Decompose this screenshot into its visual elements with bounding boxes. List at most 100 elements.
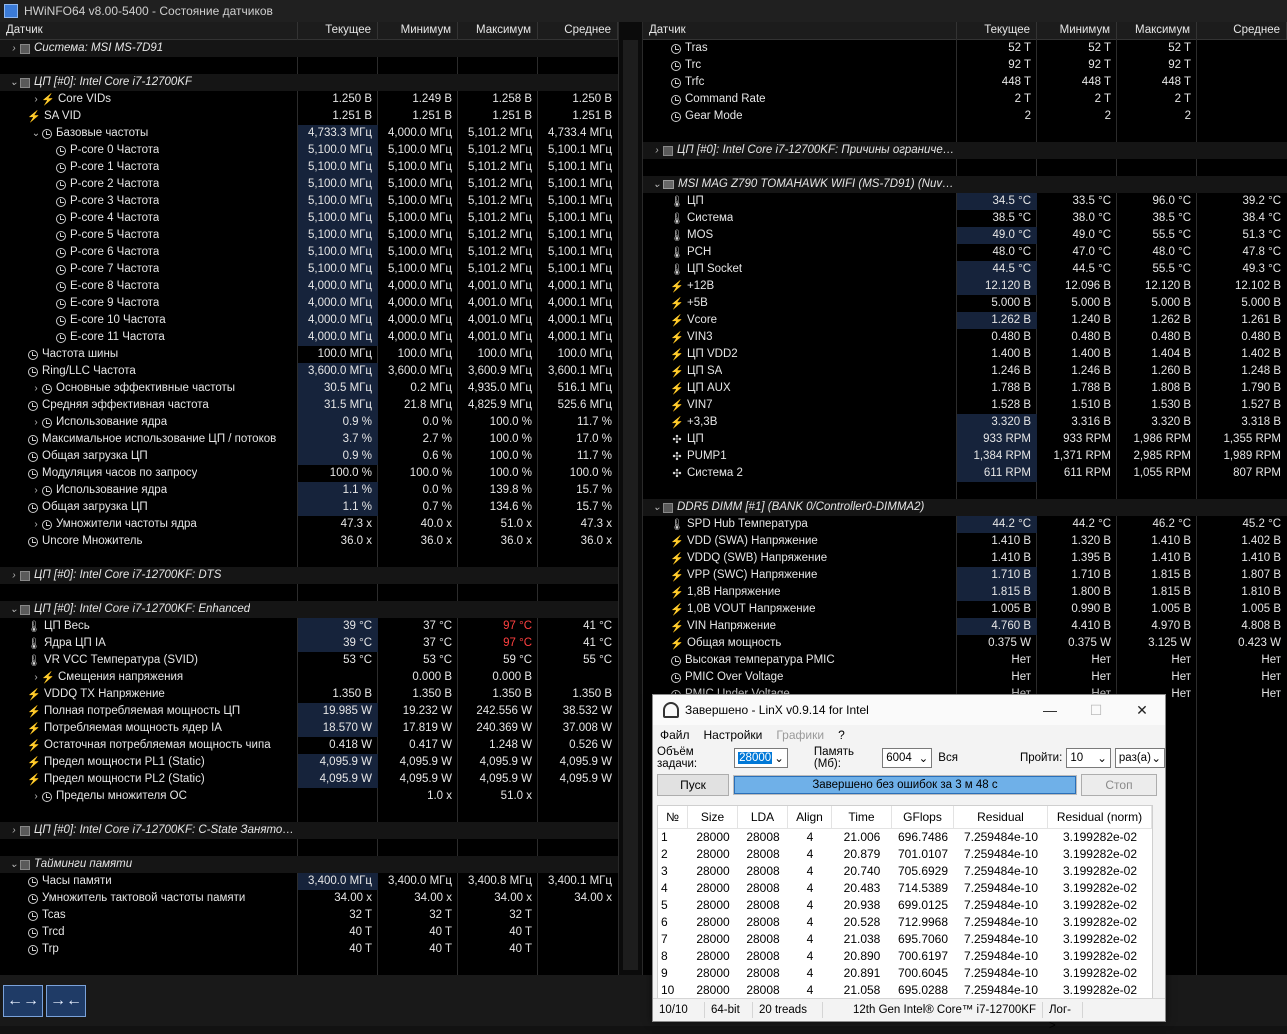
sensor-row[interactable]: Command Rate 2 T 2 T 2 T (643, 91, 1287, 108)
sensor-row[interactable]: E-core 10 Частота 4,000.0 МГц 4,000.0 МГц 4… (0, 312, 618, 329)
table-row[interactable]: 4 28000 28008 4 20.483 714.5389 7.259484e-10 3.… (658, 880, 1152, 897)
passes-select[interactable]: 10 ⌄ (1066, 748, 1111, 768)
collapse-chevron-icon[interactable]: ⌄ (8, 856, 20, 873)
expand-chevron-icon[interactable]: › (8, 567, 20, 584)
results-column-header[interactable]: № (658, 806, 688, 828)
sensor-row[interactable]: Ring/LLC Частота 3,600.0 МГц 3,600.0 МГц 3,… (0, 363, 618, 380)
sensor-row[interactable]: › Использование ядра 0.9 % 0.0 % 100.0 % 11.7… (0, 414, 618, 431)
sensor-row[interactable]: E-core 8 Частота 4,000.0 МГц 4,000.0 МГц 4,… (0, 278, 618, 295)
sensor-row[interactable]: E-core 11 Частота 4,000.0 МГц 4,000.0 МГц 4… (0, 329, 618, 346)
sensor-row[interactable]: ⚡ Предел мощности PL1 (Static) 4,095.9 W 4,… (0, 754, 618, 771)
sensor-row[interactable]: P-core 2 Частота 5,100.0 МГц 5,100.0 МГц 5,… (0, 176, 618, 193)
results-column-header[interactable]: Size (688, 806, 738, 828)
sensor-row[interactable]: Trfc 448 T 448 T 448 T (643, 74, 1287, 91)
sensor-row[interactable]: P-core 4 Частота 5,100.0 МГц 5,100.0 МГц 5,… (0, 210, 618, 227)
sensor-row[interactable]: ✣ PUMP1 1,384 RPM 1,371 RPM 2,985 RPM 1,989 R… (643, 448, 1287, 465)
minimize-icon[interactable]: — (1027, 702, 1073, 718)
memory-select[interactable]: 6004 ⌄ (882, 748, 933, 768)
sensor-row[interactable]: P-core 1 Частота 5,100.0 МГц 5,100.0 МГц 5,… (0, 159, 618, 176)
sensor-row[interactable]: Trcd 40 T 40 T 40 T (0, 924, 618, 941)
log-button[interactable]: Лог-> (1043, 1002, 1083, 1032)
sensor-row[interactable]: ⚡ 1,8В Напряжение 1.815 В 1.800 В 1.815 В 1.8… (643, 584, 1287, 601)
sensor-row[interactable]: Uncore Множитель 36.0 x 36.0 x 36.0 x 36.0 x (0, 533, 618, 550)
menu-graphs[interactable]: Графики (776, 728, 824, 742)
stop-button[interactable]: Стоп (1081, 774, 1157, 796)
sensor-row[interactable]: 🌡 VR VCC Температура (SVID) 53 °C 53 °C 59 °… (0, 652, 618, 669)
sensor-group-row[interactable]: › Система: MSI MS-7D91 (0, 40, 618, 57)
start-button[interactable]: Пуск (657, 774, 729, 796)
menu-help[interactable]: ? (838, 728, 845, 742)
sensor-row[interactable]: Trc 92 T 92 T 92 T (643, 57, 1287, 74)
memory-all-label[interactable]: Вся (938, 752, 958, 764)
sensor-row[interactable]: ⚡ 1,0В VOUT Напряжение 1.005 В 0.990 В 1.005… (643, 601, 1287, 618)
results-column-header[interactable]: Align (788, 806, 832, 828)
sensor-group-row[interactable]: ⌄ ЦП [#0]: Intel Core i7-12700KF (0, 74, 618, 91)
sensor-row[interactable]: 🌡 SPD Hub Температура 44.2 °C 44.2 °C 46.2 °… (643, 516, 1287, 533)
sensor-row[interactable]: ⚡ VIN7 1.528 В 1.510 В 1.530 В 1.527 В (643, 397, 1287, 414)
sensor-row[interactable]: ⚡ Остаточная потребляемая мощность чипа 0.… (0, 737, 618, 754)
sensor-row[interactable]: Часы памяти 3,400.0 МГц 3,400.0 МГц 3,400.8… (0, 873, 618, 890)
results-column-header[interactable]: Residual (954, 806, 1048, 828)
sensor-group-row[interactable]: ⌄ MSI MAG Z790 TOMAHAWK WIFI (MS-7D91) (N… (643, 176, 1287, 193)
sensor-group-row[interactable]: ⌄ ЦП [#0]: Intel Core i7-12700KF: Enhance… (0, 601, 618, 618)
results-column-header[interactable]: Time (832, 806, 892, 828)
table-row[interactable]: 3 28000 28008 4 20.740 705.6929 7.259484e-10 3.… (658, 863, 1152, 880)
sensor-row[interactable]: ⌄ Базовые частоты 4,733.3 МГц 4,000.0 МГц 5,… (0, 125, 618, 142)
table-row[interactable]: 7 28000 28008 4 21.038 695.7060 7.259484e-10 3.… (658, 931, 1152, 948)
sensor-row[interactable]: 🌡 ЦП 34.5 °C 33.5 °C 96.0 °C 39.2 °C (643, 193, 1287, 210)
sensor-row[interactable]: Trp 40 T 40 T 40 T (0, 941, 618, 958)
column-maximum[interactable]: Максимум (458, 22, 538, 39)
sensor-row[interactable]: Умножитель тактовой частоты памяти 34.00 … (0, 890, 618, 907)
column-average[interactable]: Среднее (1197, 22, 1287, 39)
sensor-row[interactable]: Tcas 32 T 32 T 32 T (0, 907, 618, 924)
expand-chevron-icon[interactable]: › (30, 482, 42, 499)
sensor-row[interactable]: ⚡ ЦП SA 1.246 В 1.246 В 1.260 В 1.248 В (643, 363, 1287, 380)
sensor-row[interactable]: ⚡ +12В 12.120 В 12.096 В 12.120 В 12.102 В (643, 278, 1287, 295)
table-row[interactable]: 10 28000 28008 4 21.058 695.0288 7.259484e-10 3… (658, 982, 1152, 999)
expand-chevron-icon[interactable]: › (30, 414, 42, 431)
column-minimum[interactable]: Минимум (378, 22, 458, 39)
table-row[interactable]: 9 28000 28008 4 20.891 700.6045 7.259484e-10 3.… (658, 965, 1152, 982)
expand-chevron-icon[interactable]: › (30, 788, 42, 805)
sensor-row[interactable]: P-core 7 Частота 5,100.0 МГц 5,100.0 МГц 5,… (0, 261, 618, 278)
sensor-row[interactable]: P-core 3 Частота 5,100.0 МГц 5,100.0 МГц 5,… (0, 193, 618, 210)
collapse-chevron-icon[interactable]: ⌄ (30, 125, 42, 142)
sensor-row[interactable]: › Пределы множителя ОС 1.0 x 51.0 x (0, 788, 618, 805)
sensor-row[interactable]: ⚡ SA VID 1.251 В 1.251 В 1.251 В 1.251 В (0, 108, 618, 125)
table-row[interactable]: 8 28000 28008 4 20.890 700.6197 7.259484e-10 3.… (658, 948, 1152, 965)
expand-chevron-icon[interactable]: › (8, 40, 20, 57)
sensor-row[interactable]: ⚡ +3,3В 3.320 В 3.316 В 3.320 В 3.318 В (643, 414, 1287, 431)
collapse-chevron-icon[interactable]: ⌄ (8, 74, 20, 91)
sensor-row[interactable]: › ⚡ Core VIDs 1.250 В 1.249 В 1.258 В 1.250 В (0, 91, 618, 108)
collapse-chevron-icon[interactable]: ⌄ (8, 601, 20, 618)
sensor-row[interactable]: Общая загрузка ЦП 1.1 % 0.7 % 134.6 % 15.7 % (0, 499, 618, 516)
results-column-header[interactable]: GFlops (892, 806, 954, 828)
collapse-chevron-icon[interactable]: ⌄ (651, 176, 663, 193)
sensor-row[interactable]: › ⚡ Смещения напряжения 0.000 В 0.000 В (0, 669, 618, 686)
sensor-row[interactable]: 🌡 ЦП Socket 44.5 °C 44.5 °C 55.5 °C 49.3 °C (643, 261, 1287, 278)
sensor-row[interactable]: › Основные эффективные частоты 30.5 МГц 0.2… (0, 380, 618, 397)
sensor-row[interactable]: › Умножители частоты ядра 47.3 x 40.0 x 51.0… (0, 516, 618, 533)
column-current[interactable]: Текущее (298, 22, 378, 39)
pane-splitter[interactable] (618, 22, 643, 975)
collapse-columns-icon[interactable]: →← (46, 985, 86, 1017)
sensor-row[interactable]: Gear Mode 2 2 2 (643, 108, 1287, 125)
sensor-row[interactable]: E-core 9 Частота 4,000.0 МГц 4,000.0 МГц 4,… (0, 295, 618, 312)
expand-chevron-icon[interactable]: › (651, 142, 663, 159)
sensor-row[interactable]: P-core 5 Частота 5,100.0 МГц 5,100.0 МГц 5,… (0, 227, 618, 244)
sensor-pane-left[interactable]: Датчик Текущее Минимум Максимум Среднее › Сист… (0, 22, 618, 975)
sensor-row[interactable]: ⚡ VDDQ TX Напряжение 1.350 В 1.350 В 1.350 В… (0, 686, 618, 703)
sensor-row[interactable]: ⚡ ЦП VDD2 1.400 В 1.400 В 1.404 В 1.402 В (643, 346, 1287, 363)
sensor-row[interactable]: Частота шины 100.0 МГц 100.0 МГц 100.0 МГц 1… (0, 346, 618, 363)
sensor-row[interactable]: ⚡ VIN Напряжение 4.760 В 4.410 В 4.970 В 4.80… (643, 618, 1287, 635)
sensor-row[interactable]: ⚡ VIN3 0.480 В 0.480 В 0.480 В 0.480 В (643, 329, 1287, 346)
sensor-row[interactable]: Tras 52 T 52 T 52 T (643, 40, 1287, 57)
sensor-row[interactable]: ⚡ VDDQ (SWB) Напряжение 1.410 В 1.395 В 1.41… (643, 550, 1287, 567)
sensor-row[interactable]: ⚡ Полная потребляемая мощность ЦП 19.985 W… (0, 703, 618, 720)
collapse-chevron-icon[interactable]: ⌄ (651, 499, 663, 516)
sensor-row[interactable]: ✣ ЦП 933 RPM 933 RPM 1,986 RPM 1,355 RPM (643, 431, 1287, 448)
results-table[interactable]: № Size LDA Align Time GFlops Residual Residual … (657, 805, 1153, 1000)
sensor-group-row[interactable]: ⌄ Тайминги памяти (0, 856, 618, 873)
expand-chevron-icon[interactable]: › (30, 380, 42, 397)
sensor-row[interactable]: 🌡 MOS 49.0 °C 49.0 °C 55.5 °C 51.3 °C (643, 227, 1287, 244)
